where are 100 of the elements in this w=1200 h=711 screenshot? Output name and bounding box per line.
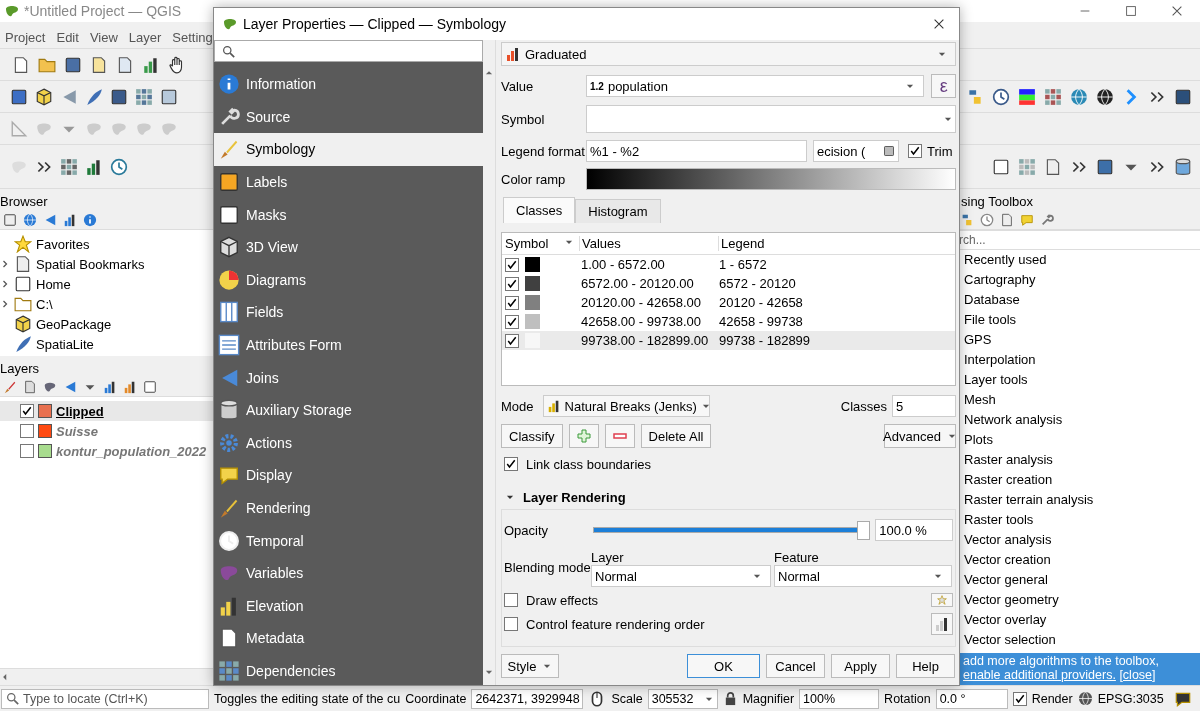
field-label: Color ramp bbox=[501, 171, 567, 187]
help-button[interactable]: Help bbox=[896, 654, 955, 678]
sidebar-item[interactable]: 3D View bbox=[214, 230, 483, 264]
browser-item[interactable]: C:\ bbox=[0, 294, 213, 314]
sidebar-item[interactable]: Source bbox=[214, 100, 483, 134]
toolbox-group[interactable]: Layer tools bbox=[964, 370, 1200, 390]
browser-item[interactable]: Favorites bbox=[0, 234, 213, 254]
apply-button[interactable]: Apply bbox=[831, 654, 890, 678]
sidebar-item[interactable]: Auxiliary Storage bbox=[214, 393, 483, 427]
field-label: Feature bbox=[774, 550, 820, 565]
feature-blend-combo[interactable]: Normal bbox=[774, 565, 952, 587]
field-label: Blending mode bbox=[504, 559, 588, 575]
column-header[interactable]: Legend bbox=[718, 236, 955, 251]
renderer-combo[interactable]: Graduated bbox=[501, 42, 956, 66]
sidebar-item[interactable]: Temporal bbox=[214, 524, 483, 557]
table-cell-text: 20120.00 - 42658.00 bbox=[580, 295, 702, 310]
sidebar-item[interactable]: Attributes Form bbox=[214, 328, 483, 362]
toolbox-group[interactable]: Vector general bbox=[964, 570, 1200, 590]
scale-combo[interactable]: 305532 bbox=[647, 688, 718, 709]
sidebar-item[interactable]: Display bbox=[214, 459, 483, 492]
magnifier-label: Magnifier bbox=[742, 691, 795, 706]
magnifier-spinbox[interactable]: 100% bbox=[799, 688, 880, 709]
table-cell-text: 1 - 6572 bbox=[718, 257, 768, 272]
menu-item[interactable]: View bbox=[89, 29, 118, 45]
ok-button[interactable]: OK bbox=[687, 654, 760, 678]
opacity-spinbox[interactable]: 100.0 % bbox=[875, 519, 953, 541]
expression-button[interactable]: ε bbox=[931, 74, 956, 98]
sidebar-item[interactable]: Diagrams bbox=[214, 263, 483, 297]
sidebar-item[interactable]: Masks bbox=[214, 198, 483, 231]
layer-blend-combo[interactable]: Normal bbox=[591, 565, 771, 587]
table-cell-text: 20120 - 42658 bbox=[718, 295, 804, 310]
rotation-spinbox[interactable]: 0.0 ° bbox=[935, 688, 1008, 709]
sidebar-item[interactable]: Symbology bbox=[214, 133, 483, 166]
mode-combo[interactable]: Natural Breaks (Jenks) bbox=[542, 395, 710, 417]
toolbox-group[interactable]: Mesh bbox=[964, 390, 1200, 410]
toolbox-group[interactable]: Vector creation bbox=[964, 550, 1200, 570]
column-header[interactable]: Symbol bbox=[502, 236, 579, 251]
checkbox-label: Control feature rendering order bbox=[526, 616, 706, 632]
toolbox-group[interactable]: Vector geometry bbox=[964, 590, 1200, 610]
toolbox-group[interactable]: Plots bbox=[964, 430, 1200, 450]
menu-item[interactable]: Layer bbox=[128, 29, 162, 45]
browser-item[interactable]: GeoPackage bbox=[0, 314, 213, 334]
sidebar-item[interactable]: Rendering bbox=[214, 491, 483, 525]
sidebar-item[interactable]: Dependencies bbox=[214, 654, 483, 685]
sidebar-item[interactable]: Joins bbox=[214, 361, 483, 394]
scale-label: Scale bbox=[611, 691, 643, 706]
toolbox-group[interactable]: Raster creation bbox=[964, 470, 1200, 490]
toolbox-group[interactable]: Raster tools bbox=[964, 510, 1200, 530]
coordinate-field[interactable]: 2642371, 3929948 bbox=[471, 688, 584, 709]
toolbox-group[interactable]: GPS bbox=[964, 330, 1200, 350]
sidebar-item[interactable]: Information bbox=[214, 68, 483, 101]
status-message: Toggles the editing state of the cu bbox=[214, 691, 401, 706]
sidebar-item[interactable]: Actions bbox=[214, 426, 483, 460]
toolbox-group[interactable]: Vector selection bbox=[964, 630, 1200, 650]
toolbox-group[interactable]: Recently used bbox=[964, 250, 1200, 270]
legend-format-field[interactable]: %1 - %2 bbox=[586, 140, 807, 162]
toolbox-group[interactable]: Vector overlay bbox=[964, 610, 1200, 630]
layer-name[interactable]: Suisse bbox=[56, 423, 98, 439]
sidebar-item[interactable]: Labels bbox=[214, 165, 483, 199]
column-header[interactable]: Values bbox=[579, 236, 718, 251]
toolbox-group[interactable]: Network analysis bbox=[964, 410, 1200, 430]
browser-item[interactable]: SpatiaLite bbox=[0, 334, 213, 354]
toolbox-group[interactable]: Raster terrain analysis bbox=[964, 490, 1200, 510]
precision-spinbox[interactable]: ecision ( bbox=[813, 140, 899, 162]
field-label: Value bbox=[501, 78, 535, 94]
tab[interactable]: Histogram bbox=[575, 199, 661, 223]
toolbox-group[interactable]: Cartography bbox=[964, 270, 1200, 290]
classify-button[interactable]: Classify bbox=[501, 424, 563, 448]
toolbox-group[interactable]: Database bbox=[964, 290, 1200, 310]
crs-label[interactable]: EPSG:3035 bbox=[1097, 691, 1164, 706]
layer-name[interactable]: Clipped bbox=[56, 403, 104, 419]
toolbox-group[interactable]: Vector analysis bbox=[964, 530, 1200, 550]
table-cell-text: 1.00 - 6572.00 bbox=[580, 257, 666, 272]
style-button[interactable]: Style bbox=[501, 654, 559, 678]
sidebar-item[interactable]: Elevation bbox=[214, 589, 483, 623]
toolbox-group[interactable]: Interpolation bbox=[964, 350, 1200, 370]
delete-all-button[interactable]: Delete All bbox=[640, 424, 712, 448]
toolbox-group[interactable]: File tools bbox=[964, 310, 1200, 330]
menu-item[interactable]: Edit bbox=[56, 29, 79, 45]
classes-spinbox[interactable]: 5 bbox=[892, 395, 956, 417]
browser-item[interactable]: Spatial Bookmarks bbox=[0, 254, 213, 274]
coordinate-label: Coordinate bbox=[405, 691, 467, 706]
menu-item[interactable]: Setting bbox=[172, 29, 213, 45]
browser-item[interactable]: Home bbox=[0, 274, 213, 294]
toolbox-group[interactable]: Raster analysis bbox=[964, 450, 1200, 470]
cancel-button[interactable]: Cancel bbox=[766, 654, 825, 678]
tab[interactable]: Classes bbox=[503, 197, 576, 223]
sidebar-item[interactable]: Metadata bbox=[214, 622, 483, 655]
classes-label: Classes bbox=[840, 398, 887, 414]
rotation-label: Rotation bbox=[884, 691, 931, 706]
section-header[interactable]: Layer Rendering bbox=[501, 486, 956, 508]
advanced-button[interactable]: Advanced bbox=[884, 424, 956, 448]
table-cell-text: 6572.00 - 20120.00 bbox=[580, 276, 695, 291]
layer-name[interactable]: kontur_population_2022 bbox=[56, 443, 207, 459]
trim-label: Trim bbox=[927, 143, 953, 159]
menu-item[interactable]: Project bbox=[5, 29, 46, 45]
locator-field[interactable]: Type to locate (Ctrl+K) bbox=[1, 688, 209, 709]
table-cell-text: 99738.00 - 182899.00 bbox=[580, 333, 710, 348]
sidebar-item[interactable]: Fields bbox=[214, 296, 483, 329]
sidebar-item[interactable]: Variables bbox=[214, 556, 483, 590]
